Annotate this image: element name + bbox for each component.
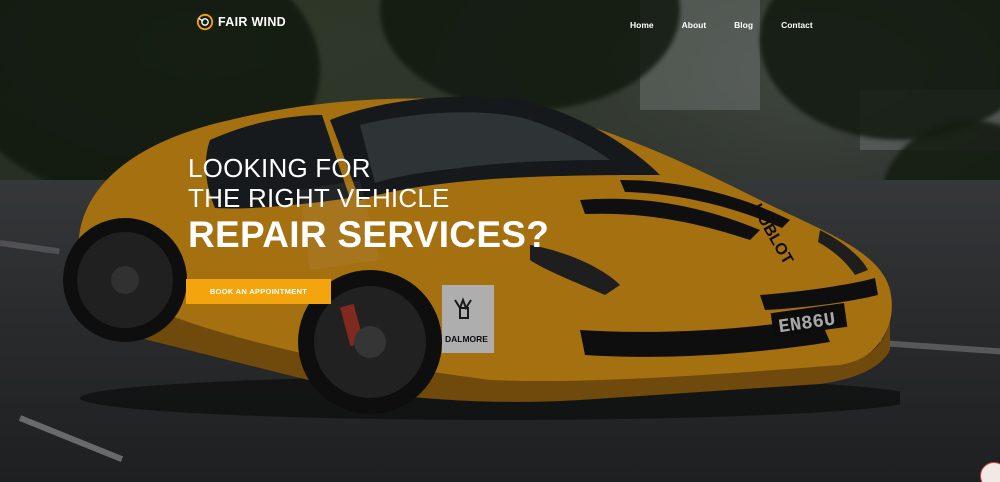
headline-line-2: THE RIGHT VEHICLE [188, 183, 450, 213]
nav-blog[interactable]: Blog [734, 20, 753, 30]
brand-name: FAIR WIND [218, 15, 286, 29]
headline-line-3: REPAIR SERVICES? [188, 214, 550, 255]
nav-contact[interactable]: Contact [781, 20, 813, 30]
nav-home[interactable]: Home [630, 20, 654, 30]
hero-headline: LOOKING FOR THE RIGHT VEHICLE REPAIR SER… [188, 153, 549, 255]
book-appointment-button[interactable]: BOOK AN APPOINTMENT [186, 279, 331, 304]
hero-section: EN86U DALMORE HUBLOT FAIR WIND Home Abou… [0, 0, 1000, 482]
wheel-gauge-icon [196, 13, 214, 31]
nav-about[interactable]: About [682, 20, 707, 30]
headline-line-1: LOOKING FOR [188, 153, 371, 183]
brand-logo[interactable]: FAIR WIND [196, 13, 286, 31]
main-navigation: Home About Blog Contact [630, 20, 841, 30]
